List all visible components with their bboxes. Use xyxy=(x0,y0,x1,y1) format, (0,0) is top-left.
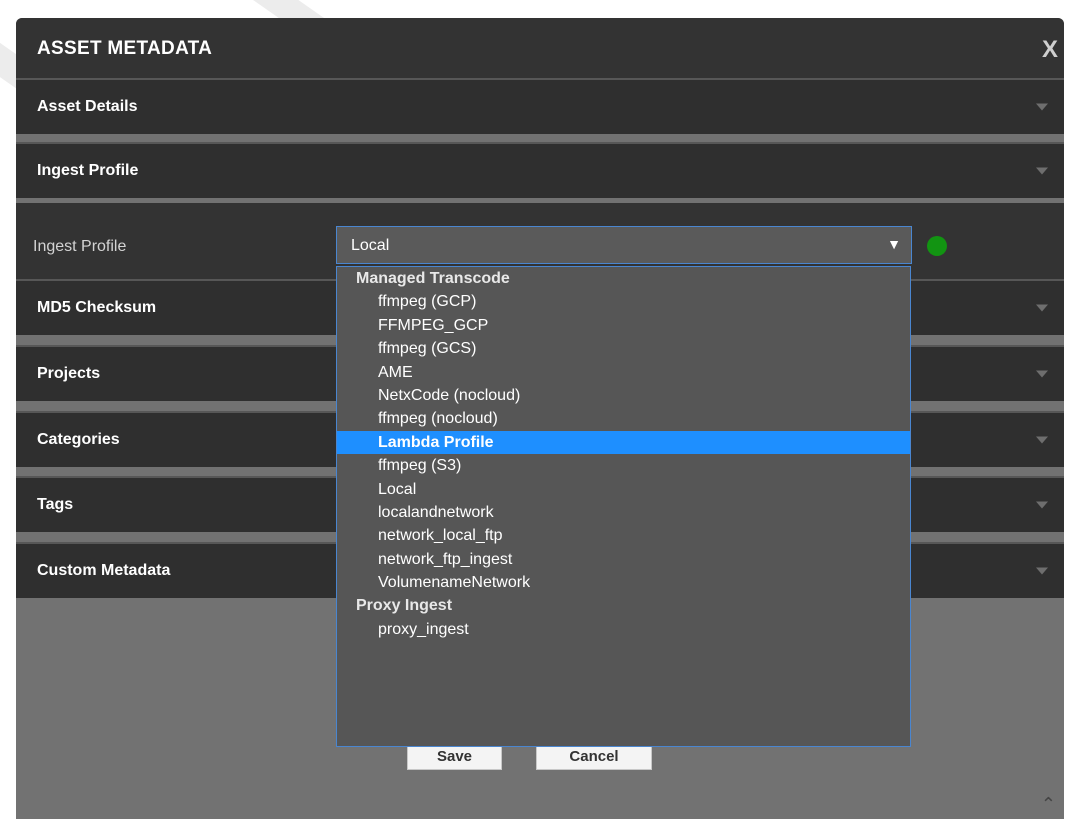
chevron-down-icon xyxy=(1036,567,1048,575)
chevron-down-icon xyxy=(1036,304,1048,312)
chevron-down-icon xyxy=(1036,436,1048,444)
dropdown-option[interactable]: ffmpeg (GCP) xyxy=(337,290,910,313)
select-value: Local xyxy=(351,237,390,254)
dropdown-option[interactable]: NetxCode (nocloud) xyxy=(337,384,910,407)
dropdown-option-highlighted[interactable]: Lambda Profile xyxy=(337,430,910,455)
close-icon[interactable]: X xyxy=(1042,36,1058,64)
option-group-label: Proxy Ingest xyxy=(356,597,453,615)
modal-title: ASSET METADATA xyxy=(37,38,213,59)
cancel-button[interactable]: Cancel xyxy=(536,744,652,770)
dropdown-option[interactable]: network_ftp_ingest xyxy=(337,548,910,571)
ingest-profile-dropdown-list[interactable]: Managed Transcode ffmpeg (GCP) FFMPEG_GC… xyxy=(336,266,911,747)
section-label: Custom Metadata xyxy=(37,562,171,579)
dropdown-option[interactable]: proxy_ingest xyxy=(337,618,910,641)
dropdown-option[interactable]: AME xyxy=(337,361,910,384)
section-label: Tags xyxy=(37,496,74,513)
ingest-profile-select[interactable]: Local ▼ xyxy=(336,226,912,264)
dropdown-option[interactable]: ffmpeg (nocloud) xyxy=(337,407,910,430)
section-label: Projects xyxy=(37,365,101,382)
section-asset-details[interactable]: Asset Details xyxy=(16,78,1064,134)
section-ingest-profile[interactable]: Ingest Profile xyxy=(16,142,1064,198)
section-label: MD5 Checksum xyxy=(37,299,157,316)
status-indicator-icon xyxy=(927,236,947,256)
dropdown-option[interactable]: VolumenameNetwork xyxy=(337,571,910,594)
dropdown-option[interactable]: Local xyxy=(337,478,910,501)
save-button[interactable]: Save xyxy=(407,744,502,770)
section-label: Categories xyxy=(37,431,120,448)
dropdown-option[interactable]: FFMPEG_GCP xyxy=(337,314,910,337)
dropdown-option[interactable]: localandnetwork xyxy=(337,501,910,524)
option-group-label: Managed Transcode xyxy=(356,270,510,287)
chevron-down-icon xyxy=(1036,103,1048,111)
chevron-down-icon xyxy=(1036,370,1048,378)
chevron-down-icon xyxy=(1036,167,1048,175)
dropdown-arrow-icon: ▼ xyxy=(887,236,901,252)
section-label: Asset Details xyxy=(37,98,138,115)
dropdown-option[interactable]: ffmpeg (S3) xyxy=(337,454,910,477)
dropdown-option[interactable]: network_local_ftp xyxy=(337,524,910,547)
section-label: Ingest Profile xyxy=(37,162,139,179)
modal-title-bar: ASSET METADATA X xyxy=(16,18,1064,80)
chevron-up-icon[interactable]: ⌃ xyxy=(1041,794,1056,815)
chevron-down-icon xyxy=(1036,501,1048,509)
dropdown-option[interactable]: ffmpeg (GCS) xyxy=(337,337,910,360)
ingest-profile-field-label: Ingest Profile xyxy=(33,238,127,255)
